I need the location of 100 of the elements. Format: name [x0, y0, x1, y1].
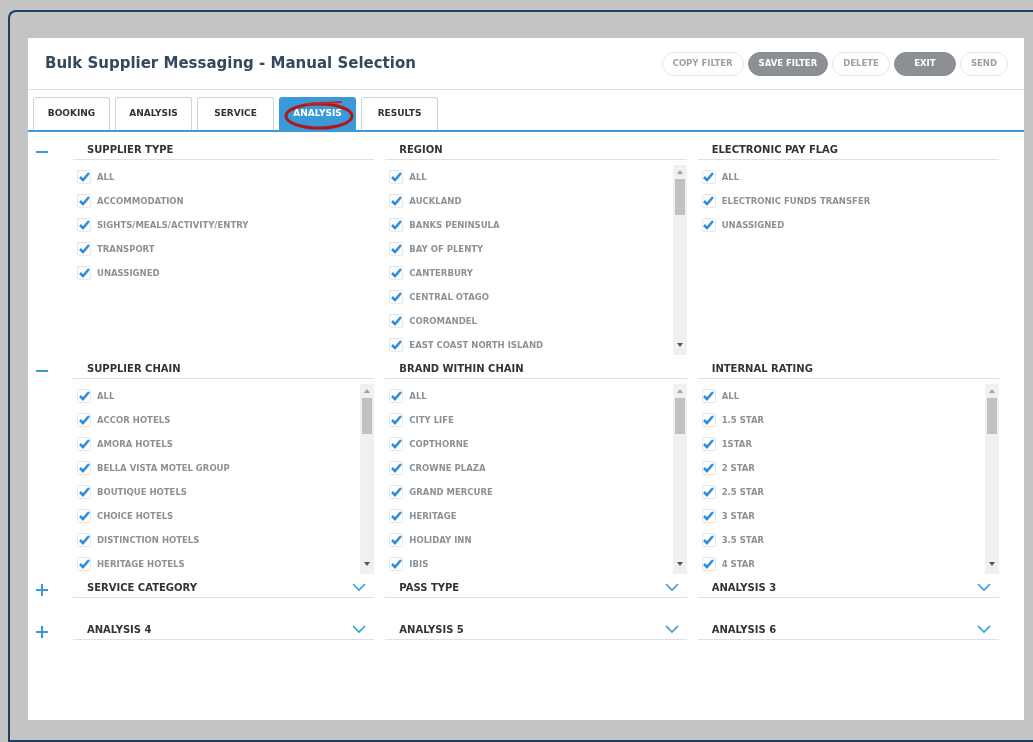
checkbox[interactable]	[701, 533, 716, 547]
option-label: HERITAGE	[409, 509, 457, 523]
option-label: ALL	[97, 389, 115, 403]
checkbox[interactable]	[701, 389, 716, 403]
checkbox[interactable]	[389, 485, 404, 499]
option-label: BANKS PENINSULA	[409, 218, 500, 232]
checkbox[interactable]	[77, 242, 91, 256]
chevron-icon[interactable]	[352, 625, 367, 634]
checkbox[interactable]	[77, 266, 91, 280]
option-label: 2 STAR	[721, 461, 755, 475]
option-label: ALL	[721, 389, 740, 403]
checkbox[interactable]	[389, 290, 404, 304]
checkbox[interactable]	[701, 509, 716, 523]
scrollbar[interactable]	[672, 384, 687, 574]
section-title: REGION	[399, 143, 443, 157]
chevron-icon[interactable]	[977, 625, 991, 634]
option-label: UNASSIGNED	[97, 266, 160, 280]
checkbox[interactable]	[389, 266, 404, 280]
checkbox[interactable]	[389, 557, 404, 571]
section-title: SUPPLIER TYPE	[87, 143, 174, 157]
option-label: HERITAGE HOTELS	[97, 557, 185, 571]
checkbox[interactable]	[389, 242, 404, 256]
chevron-icon[interactable]	[664, 583, 679, 592]
section-title: ANALYSIS 5	[399, 623, 464, 637]
option-label: 2.5 STAR	[721, 485, 765, 499]
tab[interactable]: ANALYSIS	[279, 97, 356, 130]
chevron-icon[interactable]	[352, 583, 367, 592]
option-label: AMORA HOTELS	[97, 437, 173, 451]
annotation-ellipse	[284, 100, 354, 130]
checkbox[interactable]	[77, 485, 91, 499]
checkbox[interactable]	[389, 413, 404, 427]
plus-icon[interactable]	[36, 626, 48, 638]
toolbar-button[interactable]: EXIT	[893, 51, 956, 76]
checkbox[interactable]	[389, 194, 404, 208]
checkbox[interactable]	[389, 389, 404, 403]
checkbox[interactable]	[77, 533, 91, 547]
tab[interactable]: SERVICE	[197, 97, 274, 130]
checkbox[interactable]	[77, 170, 91, 184]
option-label: 3 STAR	[721, 509, 755, 523]
checkbox[interactable]	[701, 170, 716, 184]
tab[interactable]: ANALYSIS	[115, 97, 192, 130]
checkbox[interactable]	[389, 170, 404, 184]
option-label: COPTHORNE	[409, 437, 469, 451]
scrollbar[interactable]	[672, 165, 687, 355]
checkbox[interactable]	[389, 437, 404, 451]
section-title: ELECTRONIC PAY FLAG	[711, 143, 839, 157]
option-label: ALL	[409, 170, 427, 184]
section-title: ANALYSIS 4	[87, 623, 152, 637]
chevron-icon[interactable]	[977, 583, 991, 592]
option-label: ALL	[97, 170, 115, 184]
checkbox[interactable]	[701, 218, 716, 232]
option-label: TRANSPORT	[97, 242, 155, 256]
checkbox[interactable]	[77, 413, 91, 427]
checkbox[interactable]	[77, 218, 91, 232]
option-label: CENTRAL OTAGO	[409, 290, 489, 304]
option-label: ACCOR HOTELS	[97, 413, 171, 427]
option-label: ALL	[409, 389, 427, 403]
checkbox[interactable]	[77, 509, 91, 523]
option-label: BELLA VISTA MOTEL GROUP	[97, 461, 230, 475]
chevron-icon[interactable]	[664, 625, 679, 634]
checkbox[interactable]	[389, 509, 404, 523]
section-title: ANALYSIS 3	[711, 581, 777, 595]
scrollbar[interactable]	[985, 384, 999, 574]
section-title: BRAND WITHIN CHAIN	[399, 362, 524, 376]
checkbox[interactable]	[77, 461, 91, 475]
option-label: CITY LIFE	[409, 413, 454, 427]
toolbar-button[interactable]: SAVE FILTER	[747, 51, 829, 76]
checkbox[interactable]	[389, 533, 404, 547]
option-label: ALL	[721, 170, 740, 184]
section-title: INTERNAL RATING	[711, 362, 813, 376]
tab[interactable]: RESULTS	[361, 97, 438, 130]
option-label: HOLIDAY INN	[409, 533, 472, 547]
checkbox[interactable]	[77, 194, 91, 208]
option-label: CROWNE PLAZA	[409, 461, 486, 475]
checkbox[interactable]	[701, 557, 716, 571]
checkbox[interactable]	[701, 437, 716, 451]
option-label: EAST COAST NORTH ISLAND	[409, 338, 544, 352]
section-title: PASS TYPE	[399, 581, 460, 595]
checkbox[interactable]	[389, 338, 404, 352]
plus-icon[interactable]	[36, 584, 48, 596]
option-label: ELECTRONIC FUNDS TRANSFER	[721, 194, 871, 208]
checkbox[interactable]	[389, 314, 404, 328]
checkbox[interactable]	[701, 461, 716, 475]
option-label: ACCOMMODATION	[97, 194, 184, 208]
section-title: SUPPLIER CHAIN	[87, 362, 181, 376]
checkbox[interactable]	[77, 437, 91, 451]
option-label: 1.5 STAR	[721, 413, 765, 427]
checkbox[interactable]	[389, 218, 404, 232]
section-title: SERVICE CATEGORY	[87, 581, 197, 595]
scrollbar[interactable]	[360, 384, 375, 574]
option-label: 3.5 STAR	[721, 533, 765, 547]
checkbox[interactable]	[701, 413, 716, 427]
checkbox[interactable]	[389, 461, 404, 475]
option-label: 4 STAR	[721, 557, 755, 571]
checkbox[interactable]	[77, 389, 91, 403]
tab[interactable]: BOOKING	[33, 97, 110, 130]
checkbox[interactable]	[701, 194, 716, 208]
option-label: BOUTIQUE HOTELS	[97, 485, 187, 499]
checkbox[interactable]	[701, 485, 716, 499]
checkbox[interactable]	[77, 557, 91, 571]
